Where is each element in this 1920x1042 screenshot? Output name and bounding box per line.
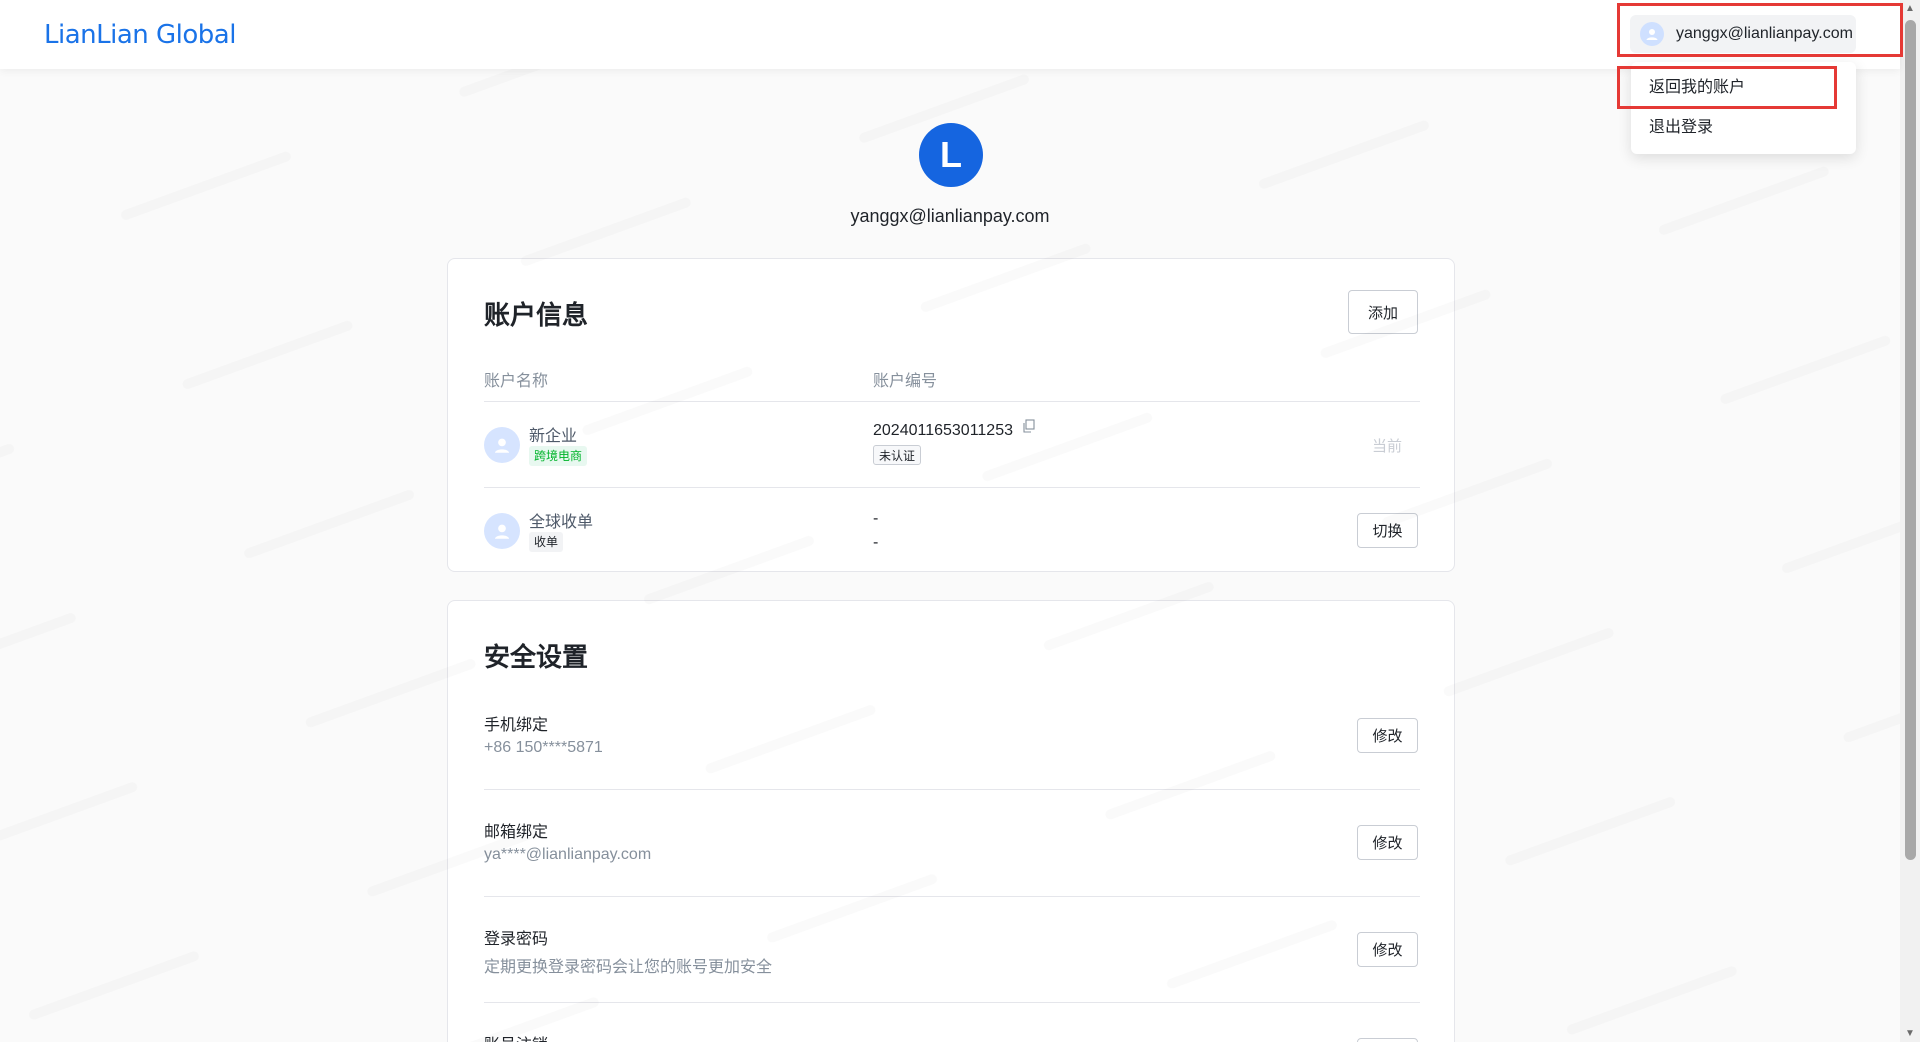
column-header-account-number: 账户编号 [873,373,938,390]
profile-email: yanggx@lianlianpay.com [850,206,1050,226]
menu-item-back-to-my-account[interactable]: 返回我的账户 [1631,68,1856,108]
row-divider [484,896,1420,897]
security-item-label: 账号注销 [484,1031,548,1042]
row-divider [484,487,1420,488]
account-number-secondary: - [873,534,879,551]
top-header: LianLian Global yanggx@lianlianpay.com [0,0,1900,69]
security-item-label: 手机绑定 [484,717,549,734]
user-menu-trigger[interactable]: yanggx@lianlianpay.com [1630,15,1856,53]
account-info-title: 账户信息 [484,300,589,330]
security-item-value: ya****@lianlianpay.com [484,846,652,863]
user-dropdown-menu: 返回我的账户 退出登录 [1631,62,1856,154]
scroll-down-icon[interactable]: ▼ [1900,1025,1920,1042]
copy-icon[interactable] [1022,419,1036,433]
security-item-label: 登录密码 [484,931,549,948]
account-number: - [873,510,879,527]
row-divider [484,1002,1420,1003]
user-email-label: yanggx@lianlianpay.com [1676,25,1853,42]
deactivate-account-button[interactable] [1357,1038,1418,1042]
scrollbar-thumb[interactable] [1905,20,1916,860]
column-header-account-name: 账户名称 [484,373,549,390]
account-type-tag: 收单 [529,532,564,552]
security-settings-title: 安全设置 [484,642,589,672]
account-name: 全球收单 [529,514,594,531]
edit-password-button[interactable]: 修改 [1357,932,1418,967]
page: LianLian Global yanggx@lianlianpay.com 返… [0,0,1920,1042]
account-type-tag: 跨境电商 [529,446,588,466]
add-account-button[interactable]: 添加 [1348,290,1418,334]
account-info-card: 账户信息 添加 账户名称 账户编号 新企业 跨境电商 2024011653011… [447,258,1455,572]
account-avatar-icon [484,427,520,463]
security-settings-card: 安全设置 手机绑定 +86 150****5871 修改 邮箱绑定 ya****… [447,600,1455,1042]
account-number: 2024011653011253 [873,422,1013,439]
profile-avatar: L [919,123,983,187]
switch-account-button[interactable]: 切换 [1357,513,1418,548]
verification-status-badge: 未认证 [873,445,922,465]
scroll-up-icon[interactable]: ▲ [1900,0,1920,17]
header-divider [484,401,1420,402]
security-item-value: +86 150****5871 [484,739,603,756]
lianlian-logo[interactable]: LianLian Global [44,20,236,50]
vertical-scrollbar[interactable]: ▲ ▼ [1900,0,1920,1042]
security-item-label: 邮箱绑定 [484,824,549,841]
security-item-value: 定期更换登录密码会让您的账号更加安全 [484,959,773,976]
user-avatar-icon [1640,22,1664,46]
current-account-label: 当前 [1372,438,1403,455]
row-divider [484,789,1420,790]
edit-phone-button[interactable]: 修改 [1357,718,1418,753]
menu-item-logout[interactable]: 退出登录 [1631,108,1856,148]
account-avatar-icon [484,513,520,549]
edit-email-button[interactable]: 修改 [1357,825,1418,860]
account-name: 新企业 [529,428,578,445]
